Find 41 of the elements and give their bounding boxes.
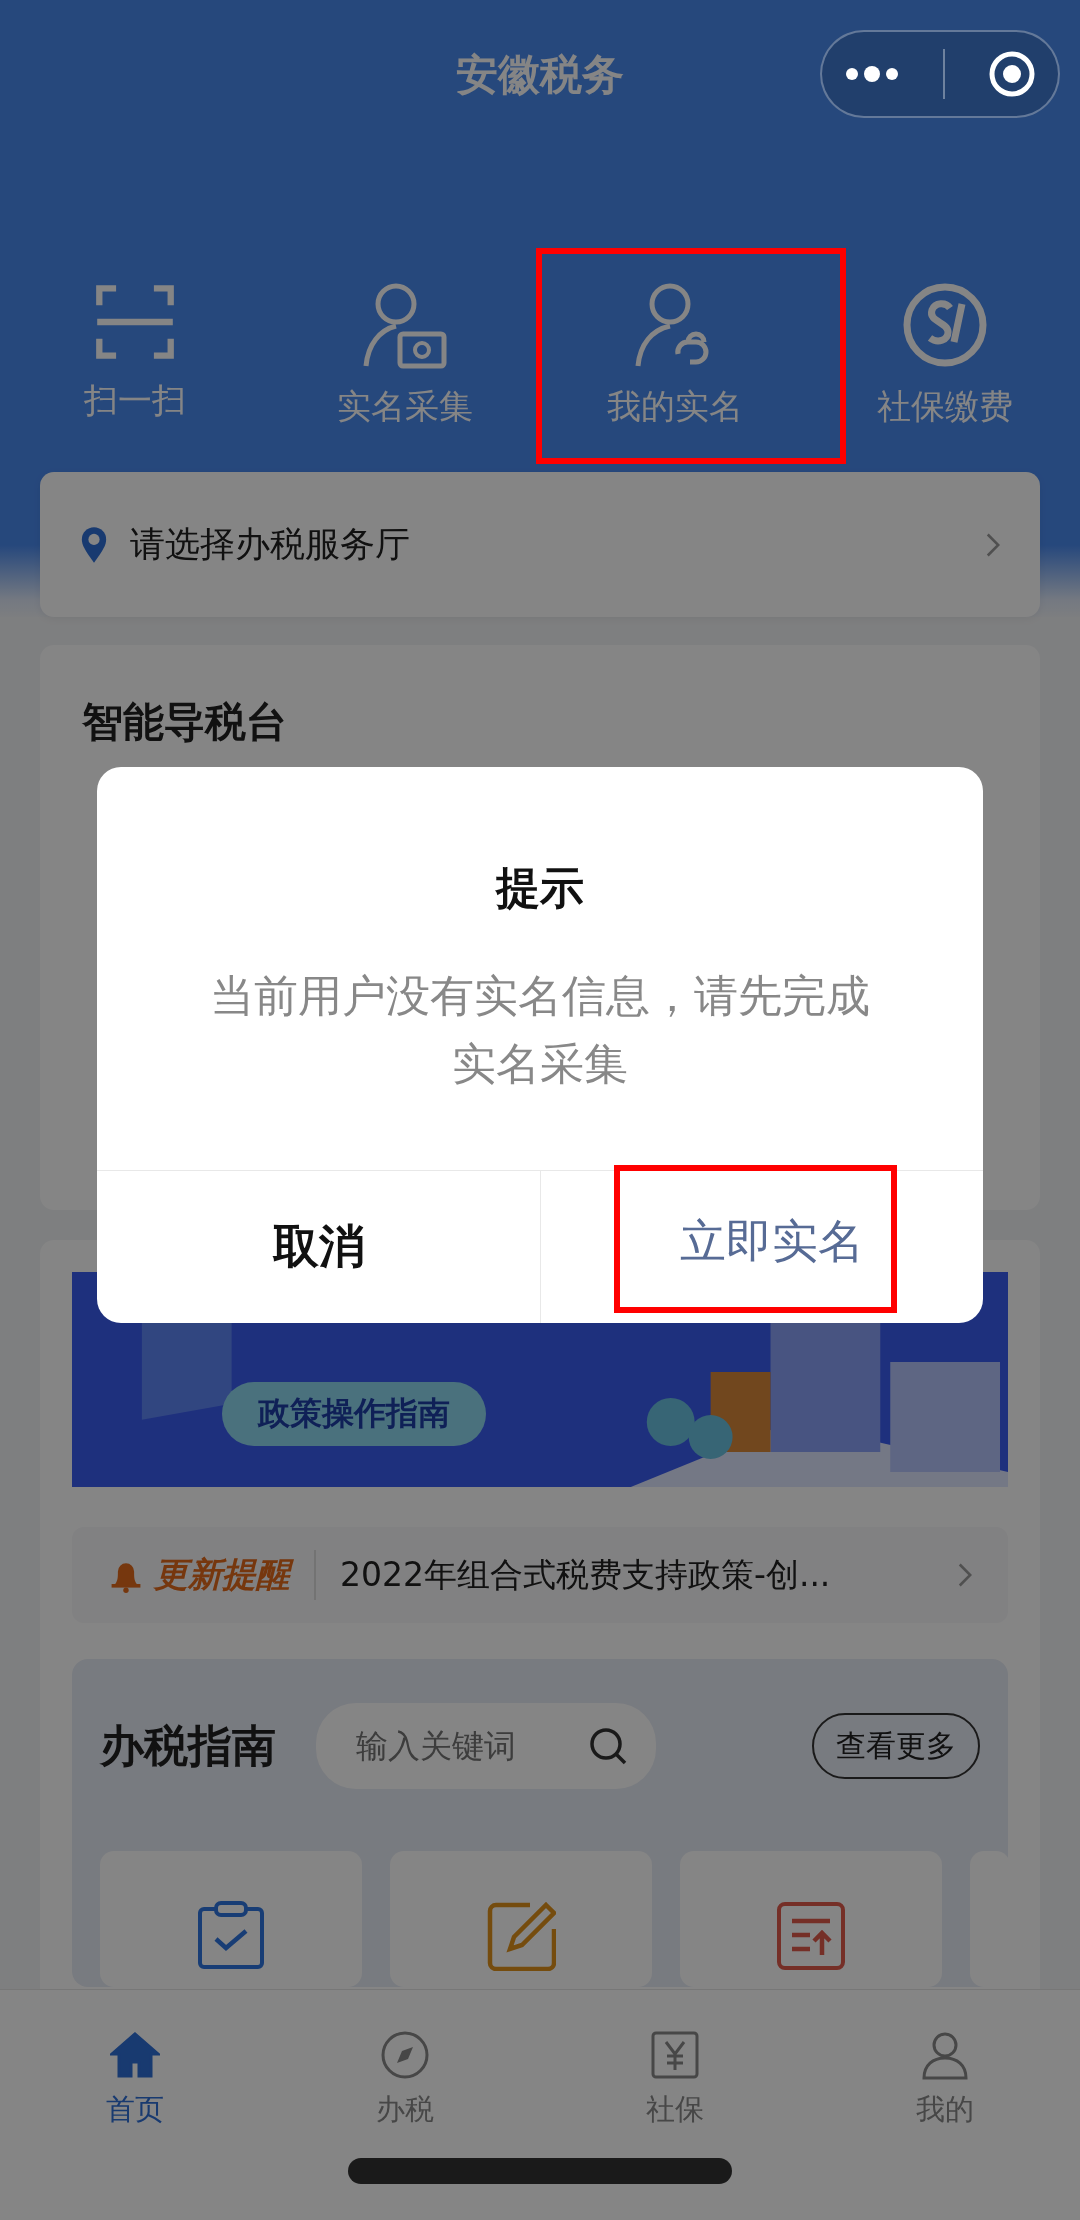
quick-action[interactable]: 实名采集 bbox=[337, 280, 473, 430]
quick-action-label: 扫一扫 bbox=[84, 379, 186, 422]
chevron-right-icon bbox=[958, 1562, 972, 1588]
banner-button[interactable]: 政策操作指南 bbox=[222, 1382, 486, 1446]
quick-action-label: 我的实名 bbox=[607, 385, 743, 428]
location-placeholder: 请选择办税服务厅 bbox=[130, 523, 411, 566]
tab[interactable]: 社保 bbox=[540, 2030, 810, 2130]
dialog-title: 提示 bbox=[496, 861, 584, 915]
home-icon bbox=[110, 2030, 160, 2080]
quick-action[interactable]: 社保缴费 bbox=[877, 280, 1013, 430]
search-icon bbox=[588, 1726, 628, 1766]
quick-action[interactable]: 我的实名 bbox=[607, 280, 743, 430]
chevron-right-icon bbox=[986, 531, 1000, 558]
location-selector[interactable]: 请选择办税服务厅 bbox=[40, 472, 1040, 617]
quick-action-label: 实名采集 bbox=[337, 385, 473, 428]
list-upload-icon bbox=[776, 1901, 846, 1971]
card-title: 智能导税台 bbox=[82, 698, 287, 746]
guide-tile[interactable] bbox=[390, 1851, 652, 1987]
quick-action[interactable]: 扫一扫 bbox=[84, 280, 186, 430]
search-field[interactable]: 输入关键词 bbox=[316, 1703, 656, 1789]
user-icon bbox=[920, 2030, 970, 2080]
section-title: 办税指南 bbox=[100, 1718, 276, 1773]
guide-tile[interactable] bbox=[680, 1851, 942, 1987]
tab[interactable]: 我的 bbox=[810, 2030, 1080, 2130]
tab[interactable]: 首页 bbox=[0, 2030, 270, 2130]
notice-text: 2022年组合式税费支持政策-创... bbox=[340, 1553, 832, 1596]
location-pin-icon bbox=[80, 525, 108, 564]
search-input[interactable]: 输入关键词 bbox=[354, 1726, 588, 1766]
guide-tile[interactable] bbox=[100, 1851, 362, 1987]
clipboard-check-icon bbox=[196, 1901, 266, 1971]
edit-icon bbox=[486, 1901, 556, 1971]
tab[interactable]: 办税 bbox=[270, 2030, 540, 2130]
close-icon[interactable] bbox=[988, 50, 1037, 98]
dialog-message: 当前用户没有实名信息，请先完成实名采集 bbox=[209, 969, 871, 1091]
more-icon[interactable] bbox=[843, 64, 900, 84]
app-title: 安徽税务 bbox=[456, 49, 624, 101]
quick-action-label: 社保缴费 bbox=[877, 385, 1013, 428]
view-more-button[interactable]: 查看更多 bbox=[812, 1713, 980, 1779]
yuan-icon bbox=[650, 2030, 700, 2080]
compass-icon bbox=[380, 2030, 430, 2080]
notice-bar[interactable]: 更新提醒 2022年组合式税费支持政策-创... bbox=[72, 1527, 1008, 1623]
